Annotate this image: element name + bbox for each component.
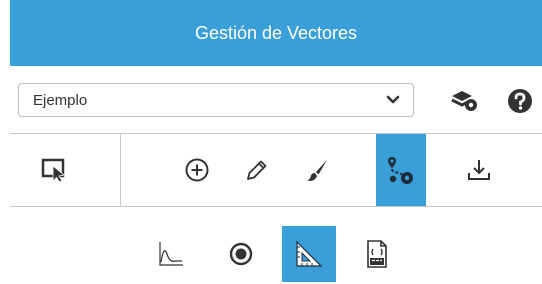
download-icon [468, 160, 490, 180]
panel-title: Gestión de Vectores [194, 22, 358, 43]
download-button[interactable] [454, 134, 504, 206]
csv-file-icon [367, 240, 387, 268]
layers-settings-button[interactable] [444, 86, 484, 116]
style-tool-button[interactable] [292, 134, 342, 206]
select-cursor-icon [41, 158, 65, 183]
brush-icon [307, 160, 327, 181]
selector-row: Ejemplo [0, 66, 542, 126]
profile-tool-button[interactable] [144, 226, 198, 282]
measure-tool-button[interactable] [282, 226, 336, 282]
help-button[interactable] [500, 86, 540, 116]
triangle-ruler-icon [296, 240, 323, 267]
buffer-tool-button[interactable] [214, 226, 268, 282]
vector-layer-select[interactable]: Ejemplo [18, 83, 414, 117]
select-value: Ejemplo [33, 91, 88, 109]
radio-target-icon [229, 242, 253, 266]
edit-tool-button[interactable] [232, 134, 282, 206]
sub-tool-bar [0, 226, 542, 284]
route-tool-button[interactable] [376, 134, 426, 206]
export-csv-button[interactable] [350, 226, 404, 282]
chevron-down-icon [386, 95, 400, 104]
line-chart-icon [159, 242, 183, 266]
help-icon [508, 89, 532, 113]
pencil-icon [247, 160, 267, 180]
layers-settings-icon [451, 91, 477, 111]
route-points-icon [388, 157, 413, 184]
panel-header: Gestión de Vectores [10, 0, 542, 66]
vector-management-panel: Gestión de Vectores Ejemplo [0, 0, 542, 284]
add-tool-button[interactable] [172, 134, 222, 206]
add-circle-icon [185, 158, 209, 182]
toolbar-divider [120, 134, 121, 206]
tool-bar [10, 133, 542, 207]
select-tool-button[interactable] [30, 134, 80, 206]
